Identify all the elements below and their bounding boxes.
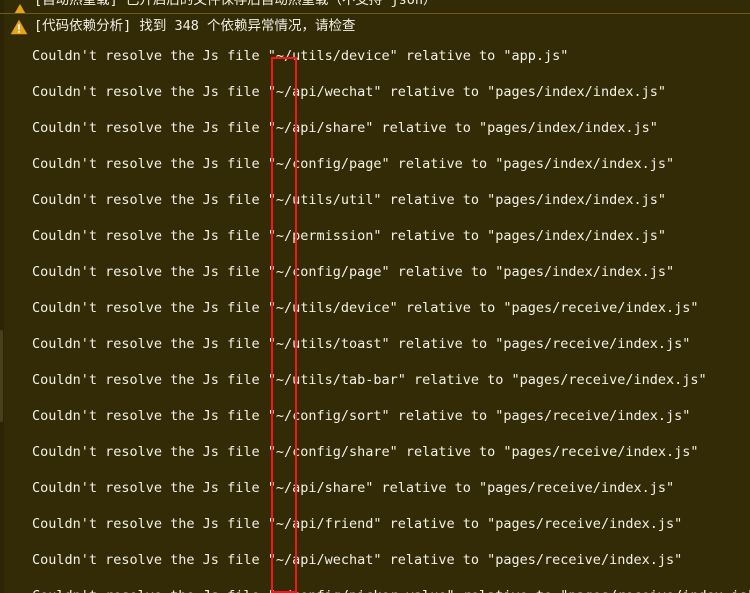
log-line[interactable]: Couldn't resolve the Js file "~/api/shar… <box>0 110 750 146</box>
clipped-log-row-hot-reload: [自动热重载] 已开启后的文件保存后自动热重载（不支持 json） <box>0 0 750 13</box>
console-output-panel: [自动热重载] 已开启后的文件保存后自动热重载（不支持 json） [代码依赖分… <box>0 0 750 593</box>
log-line[interactable]: Couldn't resolve the Js file "~/utils/to… <box>0 326 750 362</box>
log-line[interactable]: Couldn't resolve the Js file "~/utils/de… <box>0 38 750 74</box>
log-line[interactable]: Couldn't resolve the Js file "~/api/wech… <box>0 74 750 110</box>
dependency-error-list[interactable]: Couldn't resolve the Js file "~/utils/de… <box>0 38 750 593</box>
log-line[interactable]: Couldn't resolve the Js file "~/config/p… <box>0 578 750 593</box>
clipped-log-text: [自动热重载] 已开启后的文件保存后自动热重载（不支持 json） <box>34 0 437 8</box>
log-line[interactable]: Couldn't resolve the Js file "~/config/s… <box>0 434 750 470</box>
log-line[interactable]: Couldn't resolve the Js file "~/utils/de… <box>0 290 750 326</box>
log-line[interactable]: Couldn't resolve the Js file "~/config/s… <box>0 398 750 434</box>
log-line[interactable]: Couldn't resolve the Js file "~/permissi… <box>0 218 750 254</box>
dependency-analysis-summary-row[interactable]: [代码依赖分析] 找到 348 个依赖异常情况，请检查 <box>0 16 750 38</box>
log-line[interactable]: Couldn't resolve the Js file "~/config/p… <box>0 254 750 290</box>
log-line[interactable]: Couldn't resolve the Js file "~/api/wech… <box>0 542 750 578</box>
log-line[interactable]: Couldn't resolve the Js file "~/api/frie… <box>0 506 750 542</box>
log-line[interactable]: Couldn't resolve the Js file "~/api/shar… <box>0 470 750 506</box>
log-line[interactable]: Couldn't resolve the Js file "~/utils/ta… <box>0 362 750 398</box>
summary-text: [代码依赖分析] 找到 348 个依赖异常情况，请检查 <box>34 18 356 34</box>
warning-triangle-icon <box>13 4 27 13</box>
log-line[interactable]: Couldn't resolve the Js file "~/config/p… <box>0 146 750 182</box>
warning-triangle-icon <box>10 19 28 35</box>
row-divider <box>0 13 750 14</box>
log-line[interactable]: Couldn't resolve the Js file "~/utils/ut… <box>0 182 750 218</box>
